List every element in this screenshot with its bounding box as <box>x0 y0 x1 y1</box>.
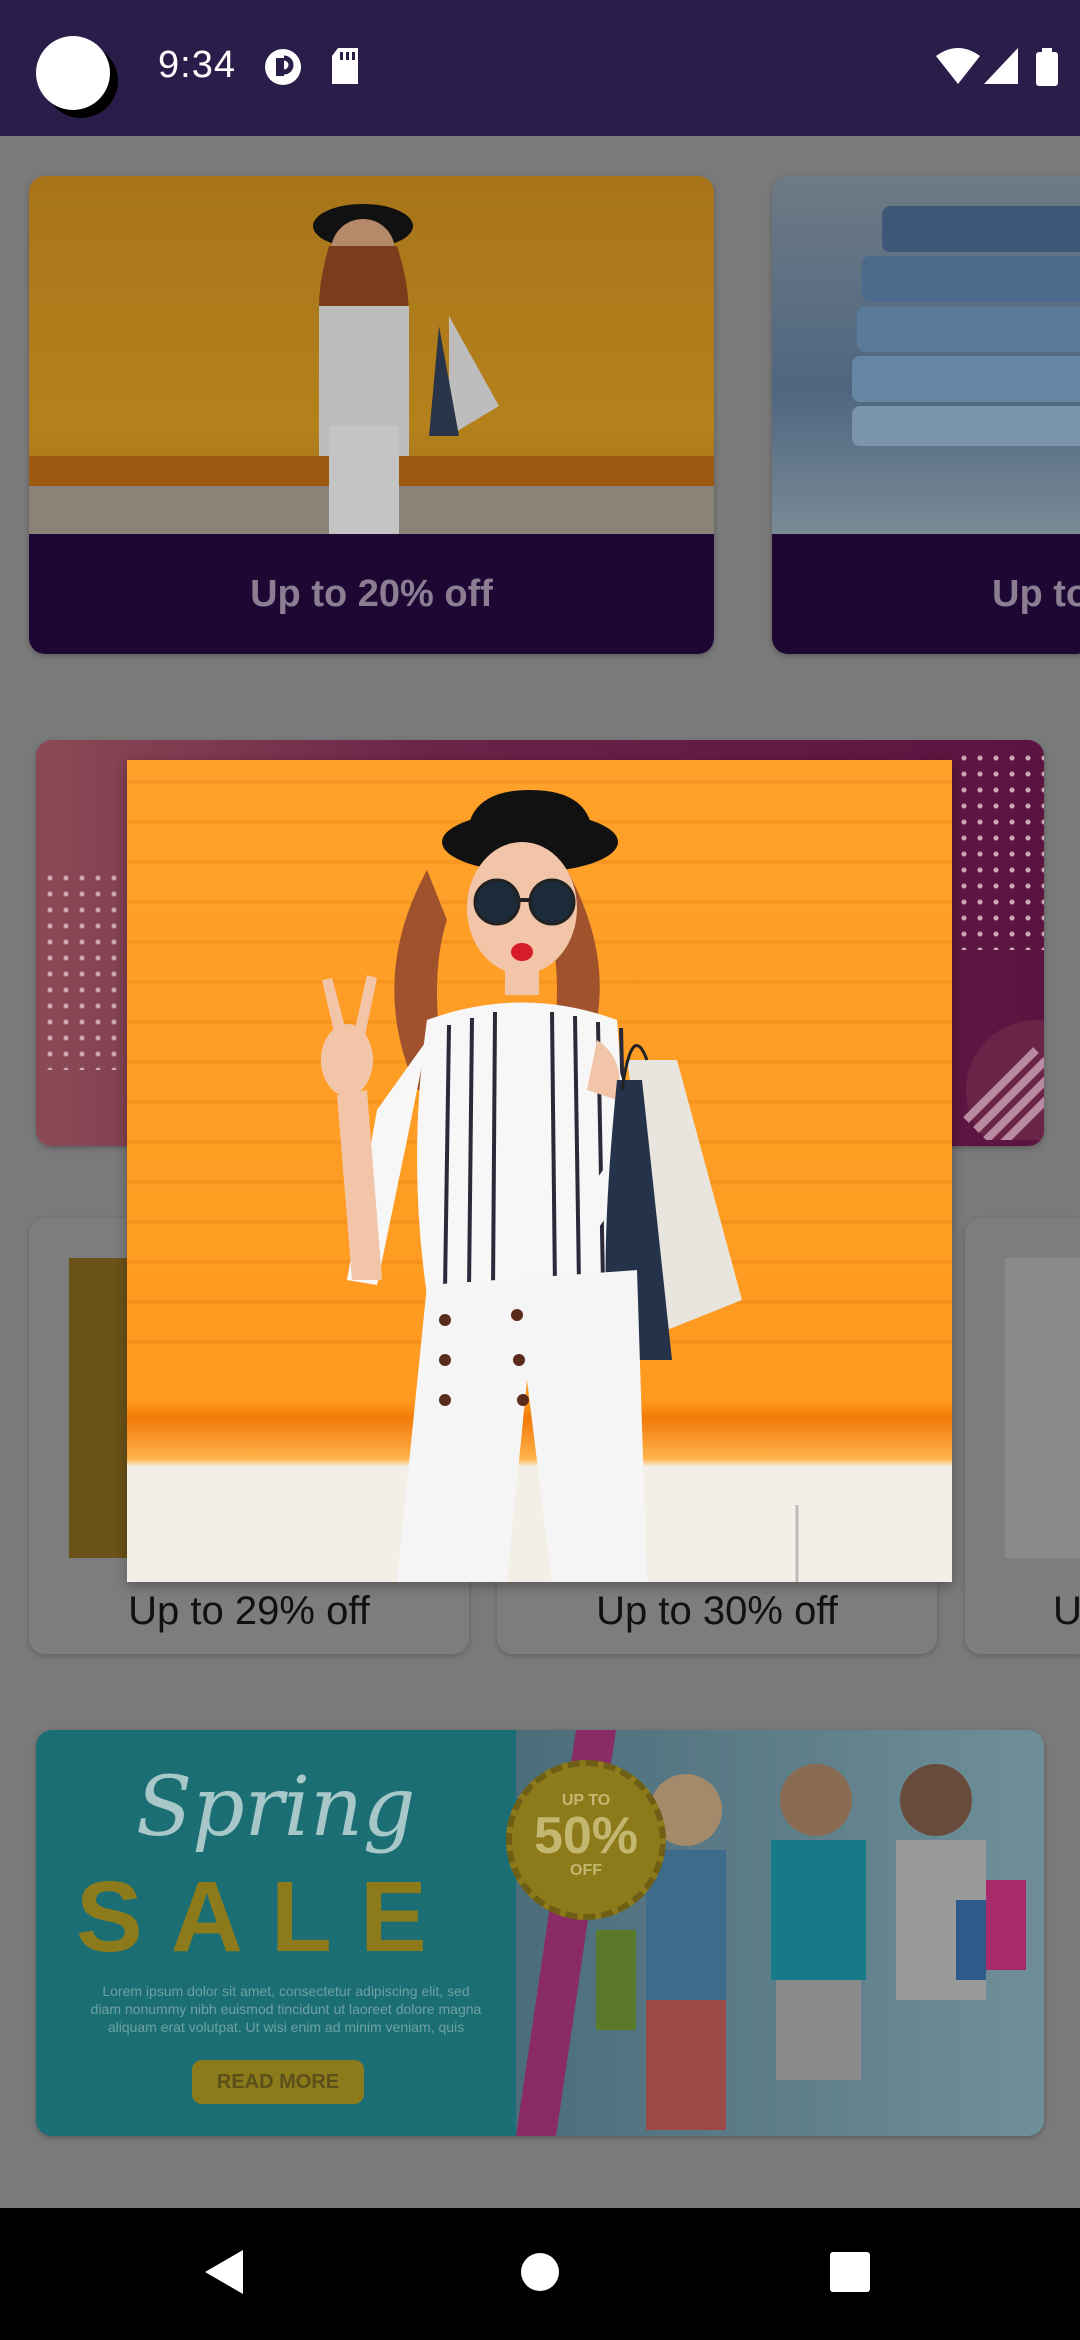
decor-stripes <box>963 1020 1044 1140</box>
deal-card-2-label: Up to 30% off <box>596 1589 838 1633</box>
wifi-icon <box>936 48 980 84</box>
spring-title: Spring <box>136 1760 416 1855</box>
decor-dots <box>42 870 132 1070</box>
pocket-icon <box>265 49 301 85</box>
deal-card-3-label: U <box>1053 1589 1080 1633</box>
sdcard-icon <box>332 48 358 84</box>
read-more-button[interactable]: READ MORE <box>192 2060 364 2104</box>
sale-title: SALE <box>76 1861 455 1973</box>
promo-card-1-image <box>29 176 714 534</box>
status-time: 9:34 <box>158 44 236 86</box>
image-preview-popup[interactable] <box>127 760 952 1582</box>
woman-shopping-photo <box>127 780 952 1582</box>
decor-dots <box>956 750 1044 950</box>
deal-card-3-image <box>1005 1258 1080 1558</box>
recents-icon[interactable] <box>830 2252 870 2292</box>
promo-card-1[interactable]: Up to 20% off <box>29 176 714 654</box>
spring-sale-banner[interactable]: UP TO 50% OFF Spring SALE Lorem ipsum do… <box>36 1730 1044 2136</box>
status-bar: 9:34 <box>0 0 1080 136</box>
jeans-stack-image <box>772 176 1080 534</box>
jeans-stack-thumbnail <box>852 206 1080 446</box>
deal-card-3[interactable]: U <box>965 1218 1080 1654</box>
navigation-bar <box>0 2208 1080 2340</box>
deal-card-1-label: Up to 29% off <box>128 1589 370 1633</box>
home-icon[interactable] <box>520 2252 560 2292</box>
back-icon[interactable] <box>205 2250 245 2294</box>
signal-icon <box>984 48 1018 84</box>
promo-card-2[interactable]: Up to <box>772 176 1080 654</box>
camera-cutout <box>36 36 110 110</box>
promo-card-2-label: Up to <box>772 534 1080 654</box>
discount-badge: UP TO 50% OFF <box>506 1760 666 1920</box>
badge-value: 50% <box>533 1807 639 1865</box>
battery-icon <box>1036 48 1058 86</box>
banner-description: Lorem ipsum dolor sit amet, consectetur … <box>90 1983 482 2035</box>
promo-card-1-label: Up to 20% off <box>29 534 714 654</box>
woman-shopping-thumbnail <box>29 204 714 534</box>
